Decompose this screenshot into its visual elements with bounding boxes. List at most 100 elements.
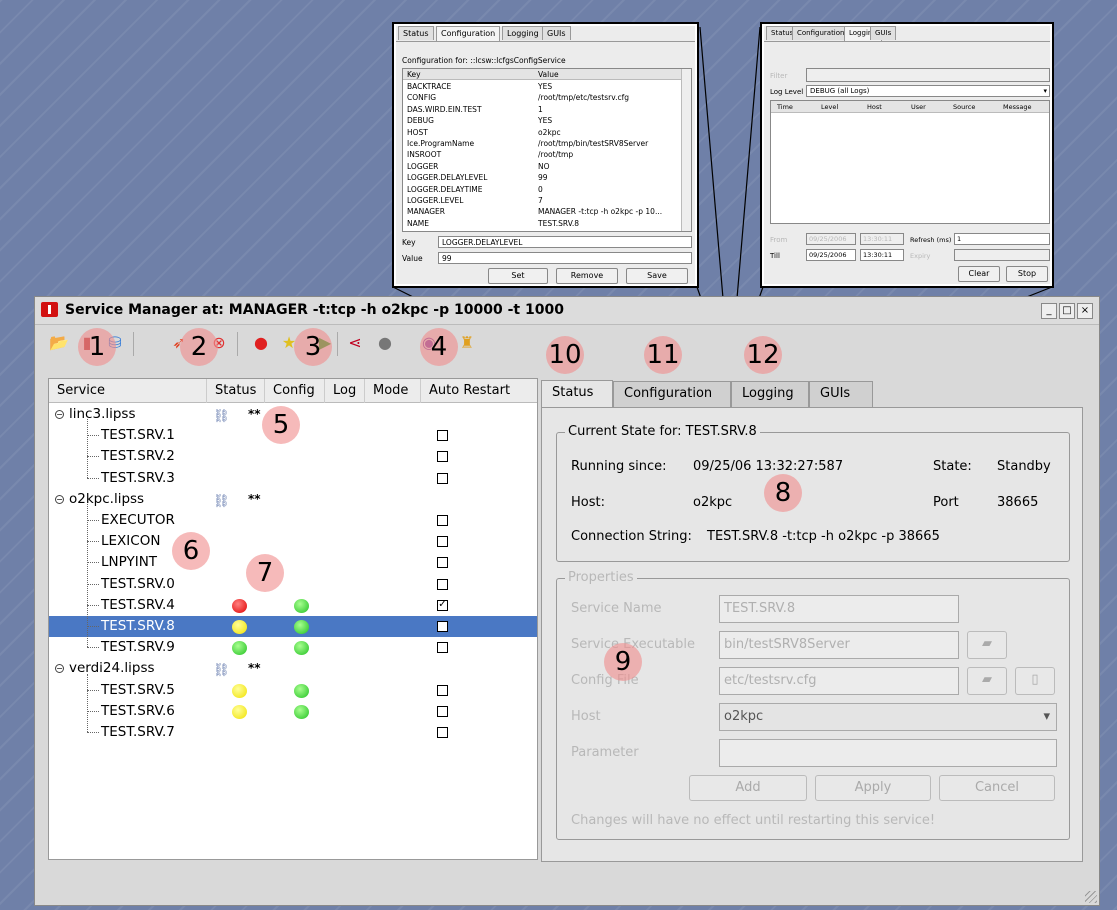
service-row[interactable]: TEST.SRV.3: [49, 468, 537, 489]
service-name: EXECUTOR: [101, 512, 175, 528]
column-mode[interactable]: Mode: [365, 379, 421, 403]
service-executable-field[interactable]: bin/testSRV8Server: [719, 631, 959, 659]
tree-connector: [87, 604, 99, 606]
tree-connector: [87, 562, 99, 564]
port-label: Port: [933, 495, 959, 510]
auto-restart-checkbox[interactable]: [437, 705, 448, 717]
auto-restart-checkbox[interactable]: [437, 430, 448, 442]
gray-circle-icon[interactable]: ●: [375, 333, 395, 353]
config-row-key: LOGGER.LEVEL: [407, 196, 464, 205]
config-row-value: NO: [538, 161, 550, 171]
log-column-header: Host: [867, 103, 882, 111]
log-stop-button: Stop: [1006, 266, 1048, 282]
auto-restart-checkbox[interactable]: [437, 727, 448, 738]
log-inset-tab-guis: GUIs: [870, 26, 897, 40]
config-row-value: YES: [538, 82, 553, 91]
config-inset-table: Key Value BACKTRACE YES CONFIG/root/tmp/et…: [402, 68, 692, 232]
record-icon[interactable]: ●: [251, 333, 271, 353]
service-row[interactable]: TEST.SRV.2: [49, 446, 537, 467]
state-value: Standby: [997, 459, 1051, 474]
properties-title: Properties: [565, 570, 637, 585]
toolbar-separator: [237, 332, 238, 356]
open-folder-icon[interactable]: 📂: [49, 333, 69, 353]
status-yellow-icon: [232, 620, 247, 634]
tree-connector: [87, 583, 99, 585]
tab-status[interactable]: Status: [541, 380, 613, 408]
edit-config-button[interactable]: ▯: [1015, 667, 1055, 695]
log-column-header: User: [911, 103, 926, 111]
service-row[interactable]: TEST.SRV.5: [49, 680, 537, 701]
add-button[interactable]: Add: [689, 775, 807, 801]
config-row-key: INSROOT: [407, 150, 442, 160]
maximize-button[interactable]: □: [1059, 303, 1075, 319]
minimize-button[interactable]: _: [1041, 303, 1057, 319]
collapse-icon[interactable]: −: [55, 664, 64, 674]
collapse-icon[interactable]: −: [55, 410, 64, 419]
folder-icon: ▰: [982, 672, 992, 687]
column-config[interactable]: Config: [265, 379, 325, 403]
log-till-date: 09/25/2006: [806, 249, 856, 261]
service-row[interactable]: TEST.SRV.6: [49, 701, 537, 722]
auto-restart-checkbox[interactable]: [437, 684, 448, 696]
auto-restart-checkbox[interactable]: [437, 536, 448, 548]
parameter-field[interactable]: [719, 739, 1057, 767]
auto-restart-checkbox[interactable]: ✓: [437, 599, 448, 611]
service-row[interactable]: TEST.SRV.4 ✓: [49, 595, 537, 616]
config-row-key: LOGGER: [407, 161, 439, 171]
config-file-field[interactable]: etc/testsrv.cfg: [719, 667, 959, 695]
tab-guis[interactable]: GUIs: [809, 381, 873, 407]
auto-restart-checkbox[interactable]: [437, 451, 448, 463]
collapse-icon[interactable]: −: [55, 494, 64, 504]
service-name: TEST.SRV.7: [101, 724, 175, 740]
tab-logging[interactable]: Logging: [731, 381, 809, 407]
tree-connector: [87, 673, 88, 732]
auto-restart-checkbox[interactable]: [437, 472, 448, 484]
status-yellow-icon: [232, 683, 247, 698]
callout-6: 6: [172, 532, 210, 570]
log-column-header: Time: [777, 103, 793, 111]
chevron-down-icon: ▾: [1043, 709, 1050, 724]
service-row[interactable]: EXECUTOR: [49, 510, 537, 531]
service-name: TEST.SRV.1: [101, 427, 175, 444]
service-manager-window: Service Manager at: MANAGER -t:tcp -h o2…: [34, 296, 1100, 906]
share-icon[interactable]: ⋖: [345, 333, 365, 353]
auto-restart-checkbox[interactable]: [437, 557, 448, 569]
browse-config-button[interactable]: ▰: [967, 667, 1007, 695]
log-expiry-label: Expiry: [910, 252, 931, 260]
column-status[interactable]: Status: [207, 379, 265, 403]
column-log[interactable]: Log: [325, 379, 365, 403]
tab-configuration[interactable]: Configuration: [613, 381, 731, 407]
resize-grip[interactable]: [1085, 891, 1097, 903]
service-row[interactable]: LEXICON: [49, 531, 537, 552]
service-row[interactable]: TEST.SRV.9: [49, 637, 537, 658]
browse-executable-button[interactable]: ▰: [967, 631, 1007, 659]
auto-restart-checkbox[interactable]: [437, 578, 448, 590]
tree-host-row[interactable]: − verdi24.lipss ⛓ **: [49, 658, 537, 679]
auto-restart-checkbox[interactable]: [437, 515, 448, 526]
service-row[interactable]: TEST.SRV.8: [49, 616, 537, 637]
log-from-label: From: [770, 236, 788, 244]
link-icon: ⛓: [213, 663, 230, 679]
auto-restart-checkbox[interactable]: [437, 642, 448, 654]
config-value-label: Value: [402, 254, 423, 263]
service-row[interactable]: TEST.SRV.0: [49, 574, 537, 595]
service-name-field[interactable]: TEST.SRV.8: [719, 595, 959, 623]
service-row[interactable]: LNPYINT: [49, 552, 537, 573]
config-value-field: 99: [438, 252, 692, 264]
broom-icon[interactable]: ♜: [457, 333, 477, 353]
config-row-key: LOGGER.DELAYTIME: [407, 184, 483, 194]
column-auto-restart[interactable]: Auto Restart: [421, 379, 538, 403]
inset-tab-status: Status: [398, 26, 434, 40]
auto-restart-checkbox[interactable]: [437, 621, 448, 632]
title-bar[interactable]: Service Manager at: MANAGER -t:tcp -h o2…: [35, 297, 1099, 325]
apply-button[interactable]: Apply: [815, 775, 931, 801]
cancel-button[interactable]: Cancel: [939, 775, 1055, 801]
column-service[interactable]: Service: [49, 379, 207, 403]
close-button[interactable]: ×: [1077, 303, 1093, 319]
service-row[interactable]: TEST.SRV.7: [49, 722, 537, 743]
tree-connector: [87, 435, 99, 437]
host-select[interactable]: o2kpc ▾: [719, 703, 1057, 731]
config-row-value: o2kpc: [538, 127, 561, 137]
link-icon: ⛓: [213, 409, 230, 424]
tree-host-row[interactable]: − o2kpc.lipss ⛓ **: [49, 489, 537, 510]
